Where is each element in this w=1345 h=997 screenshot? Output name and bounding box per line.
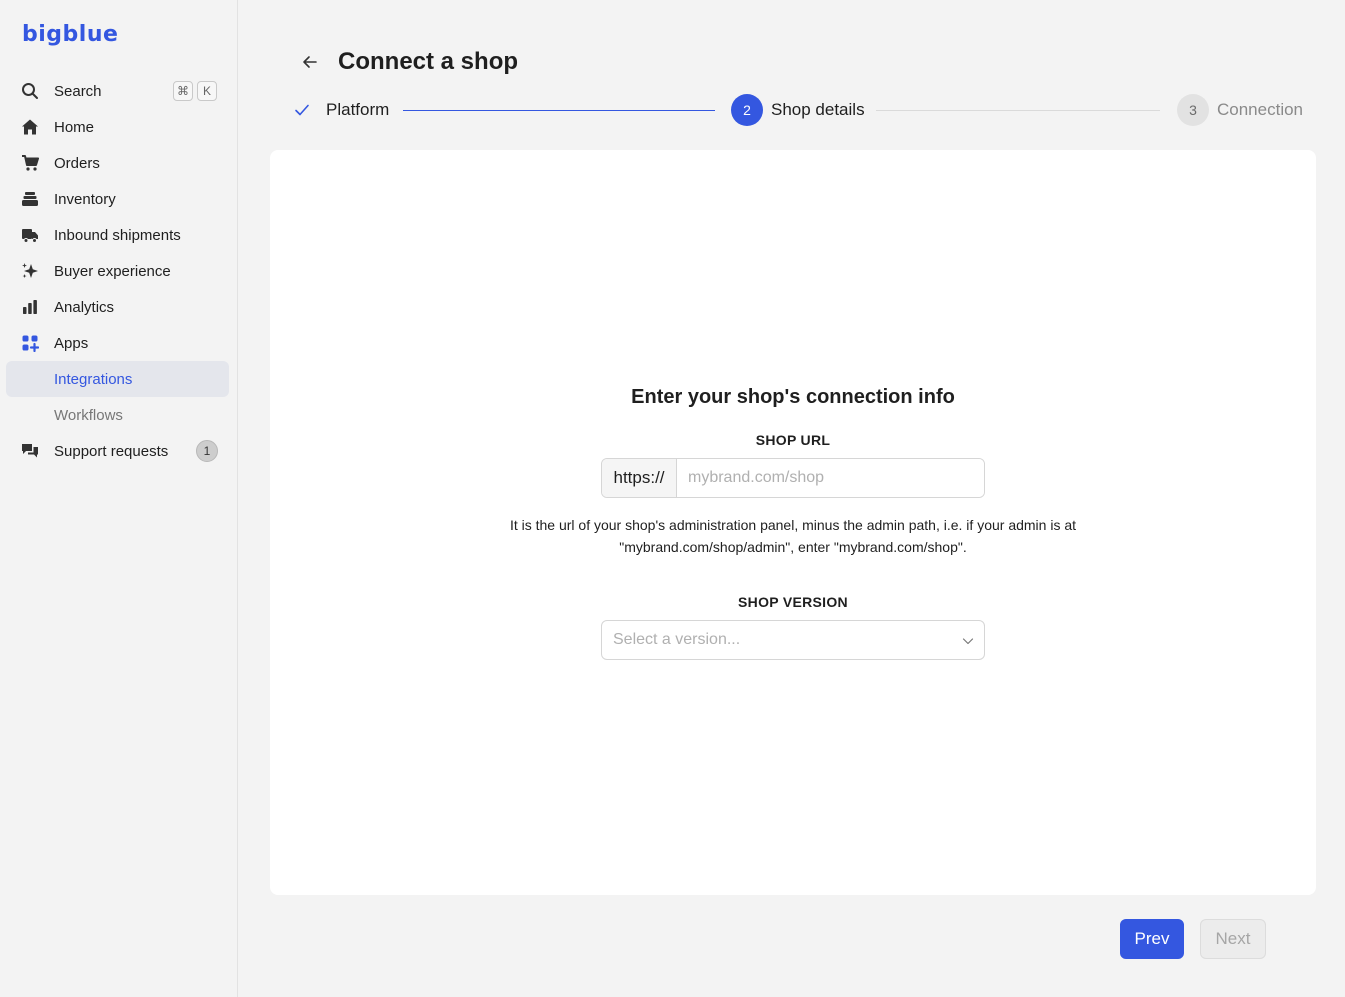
sidebar-item-inventory[interactable]: Inventory	[6, 181, 229, 217]
sparkles-icon	[20, 261, 40, 281]
search-icon	[20, 81, 40, 101]
sidebar-item-buyer-experience[interactable]: Buyer experience	[6, 253, 229, 289]
step-connector-upcoming	[876, 110, 1160, 111]
sidebar-item-label: Analytics	[54, 298, 115, 316]
sidebar-item-label: Workflows	[54, 406, 123, 424]
sidebar-item-label: Inventory	[54, 190, 116, 208]
step-connector-completed	[403, 110, 715, 111]
sidebar-item-label: Buyer experience	[54, 262, 171, 280]
chevron-down-icon	[962, 634, 974, 652]
sidebar-item-label: Orders	[54, 154, 100, 172]
k-key-hint: K	[197, 81, 217, 101]
sidebar-item-label: Home	[54, 118, 95, 136]
command-key-hint: ⌘	[173, 81, 193, 101]
form-heading: Enter your shop's connection info	[631, 386, 955, 408]
checkmark-icon	[286, 94, 318, 126]
apps-grid-icon	[20, 333, 40, 353]
url-prefix: https://	[602, 459, 677, 497]
step-label: Platform	[326, 100, 390, 119]
chat-icon	[20, 441, 40, 461]
sidebar-item-label: Inbound shipments	[54, 226, 181, 244]
sidebar: bigblue Search ⌘ K Home Orders Inventory…	[0, 0, 238, 997]
truck-icon	[20, 225, 40, 245]
sidebar-item-label: Apps	[54, 334, 89, 352]
sidebar-item-apps[interactable]: Apps	[6, 325, 229, 361]
sidebar-item-label: Search	[54, 82, 102, 100]
step-label: Shop details	[771, 100, 865, 119]
bigblue-logo[interactable]: bigblue	[22, 22, 118, 47]
sidebar-item-workflows[interactable]: Workflows	[6, 397, 229, 433]
inventory-icon	[20, 189, 40, 209]
shop-url-label: SHOP URL	[755, 432, 831, 448]
shop-version-select[interactable]: Select a version...	[601, 620, 985, 660]
shop-url-help-text: It is the url of your shop's administrat…	[509, 517, 1077, 555]
step-number: 3	[1177, 94, 1209, 126]
step-number: 2	[731, 94, 763, 126]
sidebar-item-analytics[interactable]: Analytics	[6, 289, 229, 325]
next-button[interactable]: Next	[1200, 919, 1266, 959]
sidebar-item-search[interactable]: Search ⌘ K	[6, 73, 229, 109]
sidebar-item-inbound-shipments[interactable]: Inbound shipments	[6, 217, 229, 253]
support-requests-count-badge: 1	[196, 440, 218, 462]
sidebar-item-support-requests[interactable]: Support requests 1	[6, 433, 229, 469]
page-title: Connect a shop	[338, 48, 519, 75]
bar-chart-icon	[20, 297, 40, 317]
step-platform[interactable]: Platform	[286, 94, 389, 126]
shop-url-field: https://	[601, 458, 985, 498]
cart-icon	[20, 153, 40, 173]
back-arrow-icon[interactable]	[301, 53, 319, 71]
sidebar-nav: Search ⌘ K Home Orders Inventory Inbound…	[6, 73, 229, 469]
sidebar-item-home[interactable]: Home	[6, 109, 229, 145]
shop-version-label: SHOP VERSION	[738, 594, 848, 610]
sidebar-item-label: Support requests	[54, 442, 169, 460]
prev-button[interactable]: Prev	[1120, 919, 1184, 959]
step-connection: 3 Connection	[1177, 94, 1303, 126]
shop-version-placeholder: Select a version...	[613, 631, 741, 648]
home-icon	[20, 117, 40, 137]
shop-url-input[interactable]	[677, 459, 984, 497]
step-label: Connection	[1217, 100, 1304, 119]
sidebar-item-label: Integrations	[54, 370, 133, 388]
sidebar-item-integrations[interactable]: Integrations	[6, 361, 229, 397]
connection-form-card: Enter your shop's connection info SHOP U…	[270, 150, 1316, 895]
sidebar-item-orders[interactable]: Orders	[6, 145, 229, 181]
step-shop-details: 2 Shop details	[731, 94, 865, 126]
